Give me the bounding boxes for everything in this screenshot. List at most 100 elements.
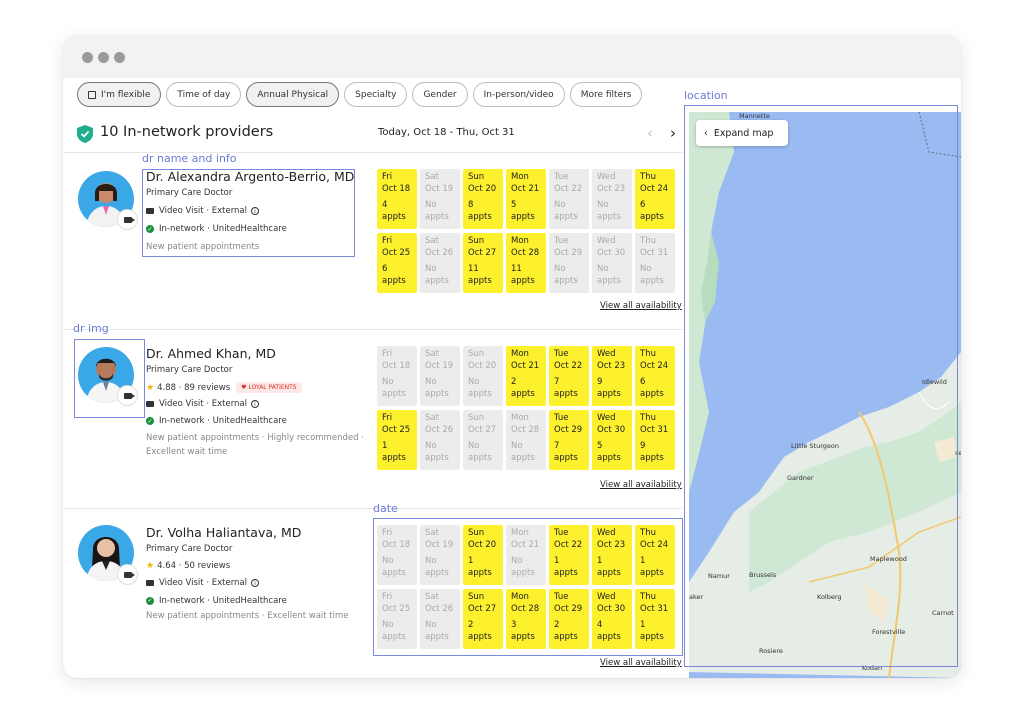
count-value: 9 — [597, 377, 603, 387]
video-icon — [146, 580, 154, 586]
availability-cell[interactable]: Fri Oct 18 4 appts — [377, 169, 417, 229]
filter-im-flexible[interactable]: I'm flexible — [77, 82, 162, 107]
check-icon: ✓ — [146, 417, 154, 425]
availability-cell: Mon Oct 28 No appts — [506, 410, 546, 470]
date-label: Oct 30 — [597, 424, 626, 435]
appointment-count: No appts — [468, 377, 492, 400]
date-label: Oct 31 — [640, 247, 669, 258]
availability-cell[interactable]: Fri Oct 25 1 appts — [377, 410, 417, 470]
count-value: 5 — [597, 441, 603, 451]
date-label: Oct 26 — [425, 424, 454, 435]
date-label: Oct 19 — [425, 183, 454, 194]
availability-cell: Thu Oct 31 No appts — [635, 233, 675, 293]
doctor-name[interactable]: Dr. Volha Haliantava, MD — [146, 525, 301, 540]
availability-cell[interactable]: Mon Oct 21 5 appts — [506, 169, 546, 229]
rating-label[interactable]: 4.64 · 50 reviews — [157, 561, 230, 571]
view-all-availability-link[interactable]: View all availability — [600, 301, 682, 311]
appointment-count: 11 appts — [468, 264, 492, 287]
count-unit: appts — [382, 388, 406, 399]
availability-cell[interactable]: Tue Oct 22 7 appts — [549, 346, 589, 406]
count-unit: appts — [597, 211, 621, 222]
day-label: Sun — [468, 349, 485, 359]
loyal-patients-badge: ♥ LOYAL PATIENTS — [236, 382, 302, 393]
availability-cell[interactable]: Fri Oct 25 6 appts — [377, 233, 417, 293]
filter-time-of-day[interactable]: Time of day — [166, 82, 242, 107]
annotation-label: dr img — [73, 322, 109, 335]
count-unit: appts — [425, 275, 449, 286]
count-value: 11 — [511, 264, 522, 274]
doctor-name[interactable]: Dr. Ahmed Khan, MD — [146, 346, 276, 361]
day-label: Fri — [382, 349, 393, 359]
availability-cell: Sun Oct 27 No appts — [463, 410, 503, 470]
date-label: Oct 29 — [554, 424, 583, 435]
window-dot-icon — [98, 52, 109, 63]
count-value: 7 — [554, 377, 560, 387]
availability-cell[interactable]: Tue Oct 29 7 appts — [549, 410, 589, 470]
day-label: Sun — [468, 172, 485, 182]
count-value: 11 — [468, 264, 479, 274]
day-label: Thu — [640, 172, 656, 182]
day-label: Tue — [554, 172, 569, 182]
availability-cell[interactable]: Wed Oct 23 9 appts — [592, 346, 632, 406]
video-badge-icon — [118, 565, 137, 584]
day-label: Thu — [640, 413, 656, 423]
availability-cell[interactable]: Sun Oct 27 11 appts — [463, 233, 503, 293]
availability-cell[interactable]: Sun Oct 20 8 appts — [463, 169, 503, 229]
appointment-count: 8 appts — [468, 200, 492, 223]
filter-gender[interactable]: Gender — [412, 82, 468, 107]
info-icon[interactable]: i — [251, 400, 260, 408]
date-label: Oct 27 — [468, 247, 497, 258]
filter-more-filters[interactable]: More filters — [569, 82, 643, 107]
count-unit: appts — [468, 275, 492, 286]
count-unit: appts — [382, 211, 406, 222]
availability-cell[interactable]: Wed Oct 30 5 appts — [592, 410, 632, 470]
availability-cell[interactable]: Thu Oct 31 9 appts — [635, 410, 675, 470]
count-value: 2 — [511, 377, 517, 387]
rating: ★ 4.64 · 50 reviews — [146, 561, 230, 571]
appointment-count: 9 appts — [640, 441, 664, 464]
provider-notes: New patient appointments · Highly recomm… — [146, 433, 364, 457]
next-dates-button[interactable]: › — [670, 124, 676, 142]
day-label: Tue — [554, 236, 569, 246]
availability-cell: Tue Oct 29 No appts — [549, 233, 589, 293]
appointment-count: No appts — [640, 264, 664, 287]
filter-annual-physical[interactable]: Annual Physical — [246, 82, 340, 107]
window-dot-icon — [114, 52, 125, 63]
date-label: Oct 31 — [640, 424, 669, 435]
date-label: Oct 20 — [468, 183, 497, 194]
count-value: No — [468, 441, 480, 451]
count-value: No — [425, 264, 437, 274]
count-value: 6 — [382, 264, 388, 274]
date-label: Oct 18 — [382, 360, 411, 371]
date-label: Oct 30 — [597, 247, 626, 258]
availability-cell: Sat Oct 26 No appts — [420, 233, 460, 293]
appointment-count: 7 appts — [554, 377, 578, 400]
availability-cell: Tue Oct 22 No appts — [549, 169, 589, 229]
info-icon[interactable]: i — [251, 579, 260, 587]
availability-cell[interactable]: Mon Oct 28 11 appts — [506, 233, 546, 293]
filter-specialty[interactable]: Specialty — [344, 82, 408, 107]
count-unit: appts — [597, 388, 621, 399]
count-unit: appts — [382, 275, 406, 286]
day-label: Wed — [597, 236, 616, 246]
date-label: Oct 24 — [640, 360, 669, 371]
view-all-availability-link[interactable]: View all availability — [600, 480, 682, 490]
appointment-count: No appts — [597, 200, 621, 223]
filter-in-person-video[interactable]: In-person/video — [472, 82, 565, 107]
appointment-count: No appts — [554, 264, 578, 287]
availability-cell[interactable]: Mon Oct 21 2 appts — [506, 346, 546, 406]
date-label: Oct 24 — [640, 183, 669, 194]
availability-cell[interactable]: Thu Oct 24 6 appts — [635, 346, 675, 406]
availability-cell[interactable]: Thu Oct 24 6 appts — [635, 169, 675, 229]
count-unit: appts — [597, 275, 621, 286]
view-all-availability-link[interactable]: View all availability — [600, 658, 682, 668]
prev-dates-button[interactable]: ‹ — [647, 124, 653, 142]
date-label: Oct 29 — [554, 247, 583, 258]
visit-label: Video Visit · External — [159, 399, 248, 409]
appointment-count: 6 appts — [382, 264, 406, 287]
appointment-count: 6 appts — [640, 377, 664, 400]
count-unit: appts — [468, 211, 492, 222]
annotation-label: date — [373, 502, 398, 515]
rating-label[interactable]: 4.88 · 89 reviews — [157, 383, 230, 393]
day-label: Mon — [511, 172, 529, 182]
